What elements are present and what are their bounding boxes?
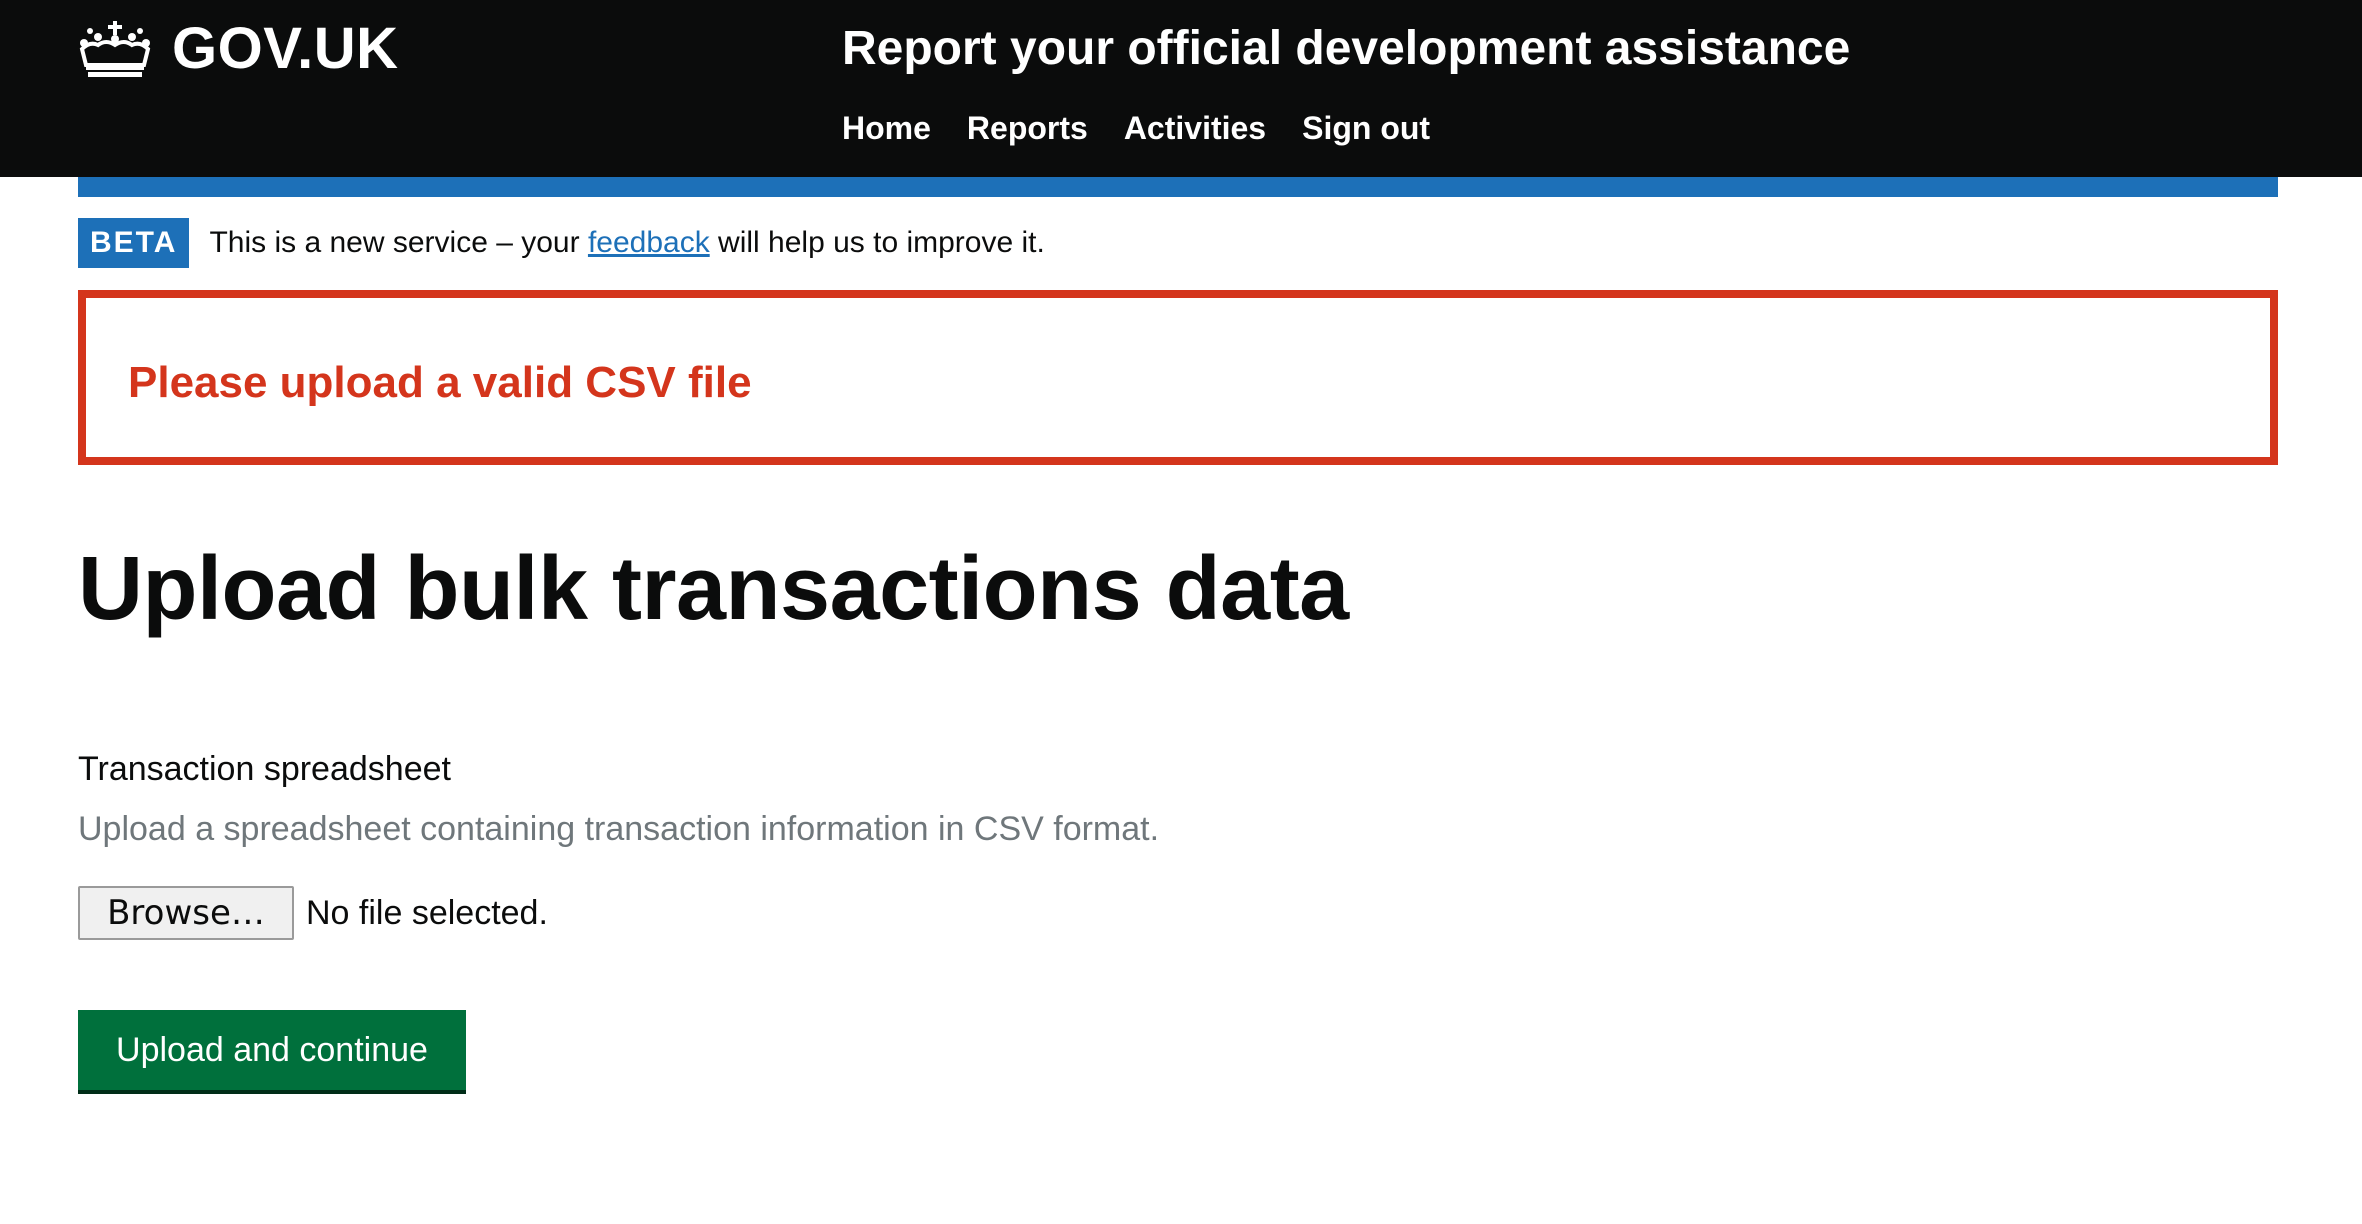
page-title: Upload bulk transactions data bbox=[78, 539, 1349, 639]
phase-banner: BETA This is a new service – your feedba… bbox=[78, 218, 1045, 268]
beta-tag: BETA bbox=[78, 218, 190, 268]
upload-and-continue-button[interactable]: Upload and continue bbox=[78, 1010, 466, 1090]
phase-text-after: will help us to improve it. bbox=[709, 226, 1045, 259]
nav-item-sign-out[interactable]: Sign out bbox=[1302, 110, 1430, 146]
error-summary: Please upload a valid CSV file bbox=[78, 290, 2278, 465]
file-status: No file selected. bbox=[306, 893, 548, 932]
transaction-spreadsheet-hint: Upload a spreadsheet containing transact… bbox=[78, 810, 1160, 848]
logo-text: GOV.UK bbox=[172, 16, 399, 81]
service-name-link[interactable]: Report your official development assista… bbox=[842, 20, 1850, 78]
site-header: GOV.UK Report your official development … bbox=[0, 0, 2362, 177]
header-blue-bar bbox=[78, 177, 2278, 197]
nav-item-reports[interactable]: Reports bbox=[967, 110, 1088, 146]
transaction-spreadsheet-label: Transaction spreadsheet bbox=[78, 750, 451, 788]
error-message: Please upload a valid CSV file bbox=[128, 358, 752, 407]
phase-text-before: This is a new service – your bbox=[209, 226, 588, 259]
browse-button[interactable]: Browse… bbox=[78, 886, 294, 940]
file-upload-input: Browse… No file selected. bbox=[78, 886, 548, 940]
nav-item-activities[interactable]: Activities bbox=[1124, 110, 1266, 146]
primary-navigation: Home Reports Activities Sign out bbox=[842, 106, 1430, 150]
crown-icon bbox=[79, 21, 151, 77]
nav-item-home[interactable]: Home bbox=[842, 110, 931, 146]
feedback-link[interactable]: feedback bbox=[588, 226, 710, 259]
phase-banner-text: This is a new service – your feedback wi… bbox=[209, 226, 1044, 260]
govuk-logo-link[interactable]: GOV.UK bbox=[78, 18, 398, 80]
